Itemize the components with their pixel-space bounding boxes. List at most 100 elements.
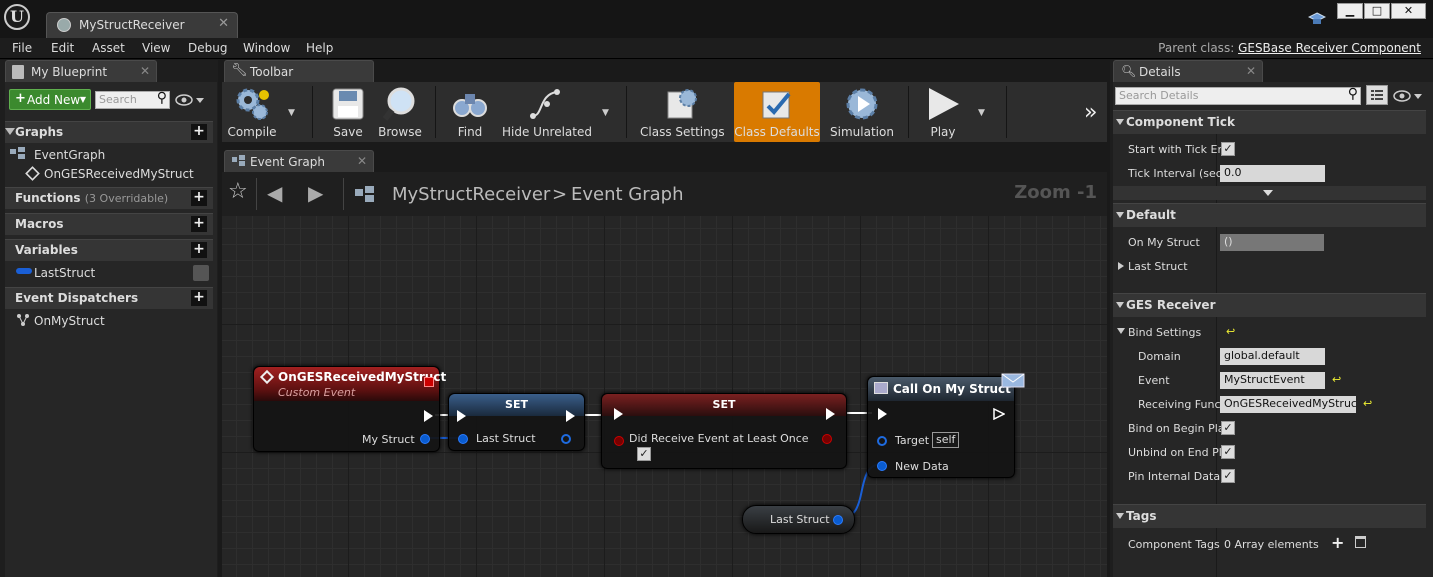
bind-on-begin-play-checkbox[interactable]: ✓ <box>1221 421 1235 435</box>
self-field[interactable]: self <box>932 432 960 448</box>
toolbar-overflow-icon[interactable]: » <box>1084 100 1097 125</box>
close-panel-icon[interactable]: ✕ <box>1246 64 1256 78</box>
maximize-button[interactable]: □ <box>1364 3 1390 19</box>
reset-arrow-icon[interactable]: ↩ <box>1363 397 1372 410</box>
minimize-button[interactable]: ▁ <box>1337 3 1363 19</box>
play-button[interactable]: Play <box>920 82 966 142</box>
exec-out-pin[interactable] <box>993 407 1006 421</box>
find-button[interactable]: Find <box>446 82 494 142</box>
view-options-icon[interactable] <box>1393 89 1425 103</box>
on-my-struct-value[interactable]: () <box>1220 234 1324 251</box>
menu-help[interactable]: Help <box>306 41 333 55</box>
close-window-button[interactable]: ✕ <box>1391 3 1426 19</box>
view-options-icon[interactable] <box>175 93 207 107</box>
document-tab[interactable]: MyStructReceiver ✕ <box>46 12 238 38</box>
add-dispatcher-button[interactable]: + <box>191 290 207 306</box>
last-struct-out-pin[interactable] <box>561 434 571 444</box>
add-new-button[interactable]: + Add New ▼ <box>9 89 91 110</box>
functions-section[interactable]: Functions (3 Overridable) + <box>5 187 213 209</box>
dispatcher-on-my-struct[interactable]: OnMyStruct <box>34 314 105 328</box>
tick-interval-input[interactable]: 0.0 <box>1220 165 1325 182</box>
browse-button[interactable]: Browse <box>374 82 426 142</box>
add-function-button[interactable]: + <box>191 190 207 206</box>
exec-in-pin[interactable] <box>614 408 623 420</box>
add-variable-button[interactable]: + <box>191 242 207 258</box>
event-dispatchers-section[interactable]: Event Dispatchers + <box>5 287 213 309</box>
reset-arrow-icon[interactable]: ↩ <box>1226 325 1235 338</box>
visibility-eye-icon[interactable] <box>193 265 209 281</box>
macros-section[interactable]: Macros + <box>5 213 213 235</box>
close-panel-icon[interactable]: ✕ <box>140 64 150 78</box>
exec-out-pin[interactable] <box>566 410 575 422</box>
variables-section[interactable]: Variables + <box>5 239 213 261</box>
close-tab-icon[interactable]: ✕ <box>357 154 367 168</box>
event-graph-tab[interactable]: Event Graph ✕ <box>224 150 374 172</box>
blueprint-search-input[interactable]: Search ⚲ <box>95 90 170 109</box>
simulation-button[interactable]: Simulation <box>826 82 898 142</box>
menu-window[interactable]: Window <box>243 41 290 55</box>
bool-in-pin[interactable] <box>614 436 624 446</box>
breadcrumb-root[interactable]: MyStructReceiver <box>392 184 550 205</box>
menu-view[interactable]: View <box>142 41 170 55</box>
graduation-cap-icon[interactable] <box>1307 12 1327 26</box>
favorite-star-icon[interactable]: ☆ <box>228 181 248 203</box>
expand-icon[interactable] <box>1117 328 1125 334</box>
my-struct-out-pin[interactable] <box>420 434 430 444</box>
variable-last-struct[interactable]: LastStruct <box>34 266 95 280</box>
details-tab[interactable]: 🔍︎ Details ✕ <box>1113 60 1263 82</box>
menu-edit[interactable]: Edit <box>51 41 74 55</box>
set-last-struct-node[interactable]: SET Last Struct <box>448 393 585 451</box>
play-dropdown-icon[interactable]: ▼ <box>978 108 985 118</box>
unbind-on-end-play-checkbox[interactable]: ✓ <box>1221 445 1235 459</box>
bool-out-pin[interactable] <box>822 434 832 444</box>
last-struct-out-pin[interactable] <box>833 515 843 525</box>
hide-unrelated-button[interactable]: Hide Unrelated <box>500 82 594 142</box>
ges-receiver-section[interactable]: GES Receiver <box>1113 293 1426 317</box>
tags-section[interactable]: Tags <box>1113 504 1426 528</box>
last-struct-in-pin[interactable] <box>458 434 468 444</box>
forward-arrow-icon[interactable]: ▶ <box>308 181 323 205</box>
receiving-function-input[interactable]: OnGESReceivedMyStruct <box>1220 396 1356 413</box>
pin-internal-data-checkbox[interactable]: ✓ <box>1221 469 1235 483</box>
event-input[interactable]: MyStructEvent <box>1220 372 1325 389</box>
parent-class-link[interactable]: GESBase Receiver Component <box>1238 41 1421 55</box>
class-defaults-button[interactable]: Class Defaults <box>734 82 820 142</box>
details-search-input[interactable]: Search Details ⚲ <box>1115 86 1361 105</box>
menu-asset[interactable]: Asset <box>92 41 125 55</box>
toolbar-tab[interactable]: 🔧︎ Toolbar <box>224 60 374 82</box>
exec-in-pin[interactable] <box>457 410 466 422</box>
menu-file[interactable]: File <box>12 41 32 55</box>
start-tick-checkbox[interactable]: ✓ <box>1221 142 1235 156</box>
expand-arrow-icon[interactable] <box>1118 262 1124 270</box>
advanced-expander[interactable] <box>1113 186 1426 200</box>
custom-event-node[interactable]: OnGESReceivedMyStruct Custom Event My St… <box>253 366 446 452</box>
exec-out-pin[interactable] <box>826 408 835 420</box>
property-matrix-icon[interactable] <box>1366 85 1388 105</box>
custom-event-item[interactable]: OnGESReceivedMyStruct <box>44 167 194 181</box>
save-button[interactable]: Save <box>326 82 370 142</box>
event-graph-item[interactable]: EventGraph <box>34 148 105 162</box>
compile-button[interactable]: Compile <box>224 82 280 142</box>
set-did-receive-node[interactable]: SET Did Receive Event at Least Once ✓ <box>601 393 847 469</box>
delegate-pin-icon[interactable] <box>424 377 434 387</box>
target-pin[interactable] <box>877 436 887 446</box>
class-settings-button[interactable]: Class Settings <box>640 82 725 142</box>
hide-unrelated-dropdown-icon[interactable]: ▼ <box>602 108 609 118</box>
get-last-struct-node[interactable]: Last Struct <box>742 505 855 534</box>
graphs-section[interactable]: Graphs + <box>5 121 213 143</box>
add-graph-button[interactable]: + <box>191 124 207 140</box>
graph-canvas[interactable]: OnGESReceivedMyStruct Custom Event My St… <box>222 216 1107 577</box>
menu-debug[interactable]: Debug <box>188 41 227 55</box>
domain-input[interactable]: global.default <box>1220 348 1325 365</box>
breadcrumb-leaf[interactable]: Event Graph <box>571 184 684 205</box>
add-element-icon[interactable]: + <box>1331 533 1344 552</box>
compile-dropdown-icon[interactable]: ▼ <box>288 108 295 118</box>
call-on-my-struct-node[interactable]: Call On My Struct Target self New Data <box>867 373 1025 478</box>
close-tab-icon[interactable]: ✕ <box>218 16 229 31</box>
reset-arrow-icon[interactable]: ↩ <box>1332 373 1341 386</box>
new-data-pin[interactable] <box>877 461 887 471</box>
add-macro-button[interactable]: + <box>191 216 207 232</box>
back-arrow-icon[interactable]: ◀ <box>267 181 282 205</box>
default-section[interactable]: Default <box>1113 203 1426 227</box>
exec-in-pin[interactable] <box>878 408 887 420</box>
